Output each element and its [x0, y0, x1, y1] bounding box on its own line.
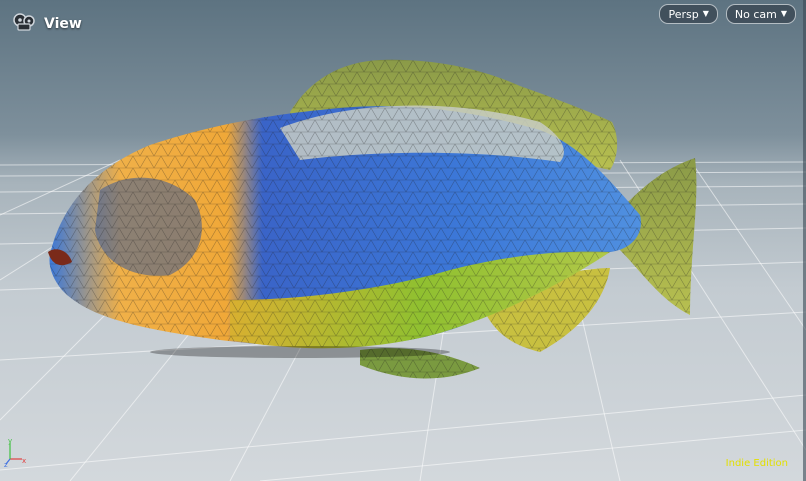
axis-z-label: z: [4, 461, 8, 467]
fish-model[interactable]: [48, 59, 697, 379]
viewport-controls: Persp ▼ No cam ▼: [659, 4, 796, 24]
axis-y-label: y: [8, 437, 12, 445]
viewport-scene[interactable]: [0, 0, 806, 481]
projection-dropdown[interactable]: Persp ▼: [659, 4, 718, 24]
camera-label: No cam: [734, 7, 777, 21]
axis-x-label: x: [22, 457, 26, 465]
edition-watermark: Indie Edition: [725, 458, 788, 469]
axis-gizmo-icon: x y z: [4, 437, 26, 467]
camera-reel-icon[interactable]: [12, 12, 36, 36]
viewport-title: View: [44, 16, 82, 32]
projection-label: Persp: [668, 7, 699, 21]
camera-dropdown[interactable]: No cam ▼: [725, 4, 796, 24]
3d-viewport[interactable]: View Persp ▼ No cam ▼ x y z Indie Editio…: [0, 0, 806, 481]
chevron-down-icon: ▼: [780, 9, 787, 18]
chevron-down-icon: ▼: [702, 9, 709, 18]
viewport-header: View: [12, 12, 82, 36]
